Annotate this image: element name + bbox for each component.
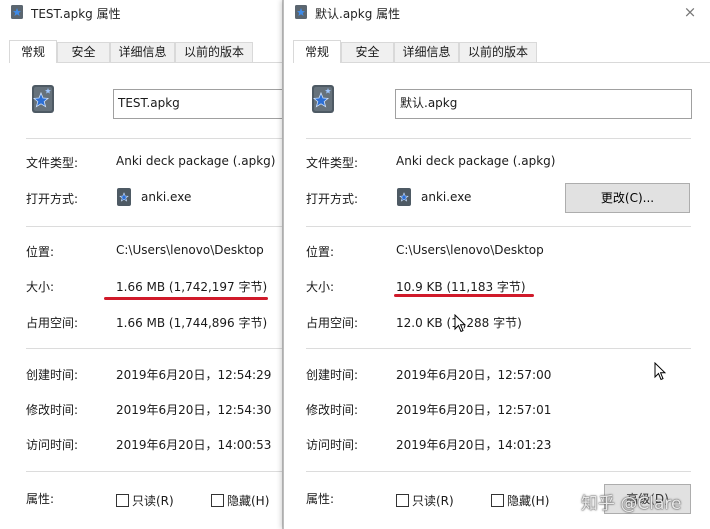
anki-file-icon <box>11 5 23 19</box>
right-titlebar[interactable]: 默认.apkg 属性 × <box>284 0 710 26</box>
accessed-label: 访问时间: <box>26 438 79 452</box>
tab-previous-versions[interactable]: 以前的版本 <box>459 42 537 62</box>
size-on-disk-label: 占用空间: <box>26 316 79 330</box>
opens-with-label: 打开方式: <box>26 192 79 206</box>
checkbox-box[interactable] <box>396 494 409 507</box>
modified-value: 2019年6月20日，12:54:30 <box>116 403 272 417</box>
file-type-label: 文件类型: <box>26 156 79 170</box>
file-type-value: Anki deck package (.apkg) <box>396 154 556 168</box>
divider <box>26 348 282 349</box>
window-title: TEST.apkg 属性 <box>31 7 121 21</box>
red-annotation-underline <box>104 297 268 300</box>
attributes-label: 属性: <box>306 492 335 506</box>
window-title: 默认.apkg 属性 <box>315 7 401 21</box>
tab-general[interactable]: 常规 <box>293 40 341 63</box>
mouse-cursor-icon <box>454 314 466 333</box>
modified-label: 修改时间: <box>306 403 359 417</box>
hidden-checkbox-label: 隐藏(H) <box>507 494 550 508</box>
close-icon[interactable]: × <box>670 0 710 26</box>
opens-with-value: anki.exe <box>421 190 472 204</box>
divider <box>26 138 282 139</box>
anki-app-icon <box>397 188 411 206</box>
divider <box>306 471 691 472</box>
created-value: 2019年6月20日，12:57:00 <box>396 368 552 382</box>
accessed-value: 2019年6月20日，14:01:23 <box>396 438 552 452</box>
checkbox-box[interactable] <box>211 494 224 507</box>
tab-previous-versions[interactable]: 以前的版本 <box>175 42 253 62</box>
size-on-disk-label: 占用空间: <box>306 316 359 330</box>
anki-large-icon <box>32 85 54 113</box>
mouse-cursor-icon <box>654 362 666 381</box>
size-on-disk-value: 1.66 MB (1,744,896 字节) <box>116 316 268 330</box>
readonly-checkbox[interactable]: 只读(R) <box>396 492 454 509</box>
accessed-value: 2019年6月20日，14:00:53 <box>116 438 272 452</box>
created-value: 2019年6月20日，12:54:29 <box>116 368 272 382</box>
modified-label: 修改时间: <box>26 403 79 417</box>
modified-value: 2019年6月20日，12:57:01 <box>396 403 552 417</box>
tab-details[interactable]: 详细信息 <box>394 42 459 62</box>
anki-app-icon <box>117 188 131 206</box>
location-label: 位置: <box>26 245 55 259</box>
size-value: 10.9 KB (11,183 字节) <box>396 280 526 294</box>
left-properties-window: TEST.apkg 属性 常规 安全 详细信息 以前的版本 TEST.apkg … <box>0 0 283 529</box>
location-value: C:\Users\lenovo\Desktop <box>116 243 264 257</box>
created-label: 创建时间: <box>26 368 79 382</box>
file-type-value: Anki deck package (.apkg) <box>116 154 276 168</box>
file-name-field[interactable]: 默认.apkg <box>395 89 692 119</box>
red-annotation-underline <box>394 294 534 297</box>
checkbox-box[interactable] <box>116 494 129 507</box>
divider <box>306 348 691 349</box>
anki-file-icon <box>295 5 307 19</box>
file-name-field[interactable]: TEST.apkg <box>113 89 282 119</box>
hidden-checkbox-label: 隐藏(H) <box>227 494 270 508</box>
file-type-label: 文件类型: <box>306 156 359 170</box>
readonly-checkbox-label: 只读(R) <box>412 494 454 508</box>
divider <box>26 226 282 227</box>
divider <box>306 226 691 227</box>
location-value: C:\Users\lenovo\Desktop <box>396 243 544 257</box>
tab-details[interactable]: 详细信息 <box>110 42 175 62</box>
accessed-label: 访问时间: <box>306 438 359 452</box>
right-properties-window: 默认.apkg 属性 × 常规 安全 详细信息 以前的版本 默认.apkg 文件… <box>283 0 710 529</box>
zhihu-watermark: 知乎 @Clare <box>581 494 682 514</box>
location-label: 位置: <box>306 245 335 259</box>
tab-security[interactable]: 安全 <box>341 42 394 62</box>
tab-security[interactable]: 安全 <box>57 42 110 62</box>
attributes-label: 属性: <box>26 492 55 506</box>
general-panel <box>9 62 282 529</box>
anki-large-icon <box>312 85 334 113</box>
opens-with-value: anki.exe <box>141 190 192 204</box>
checkbox-box[interactable] <box>491 494 504 507</box>
divider <box>306 138 691 139</box>
created-label: 创建时间: <box>306 368 359 382</box>
size-label: 大小: <box>26 280 55 294</box>
left-titlebar[interactable]: TEST.apkg 属性 <box>0 0 282 26</box>
tab-general[interactable]: 常规 <box>9 40 57 63</box>
size-value: 1.66 MB (1,742,197 字节) <box>116 280 268 294</box>
change-button[interactable]: 更改(C)... <box>565 183 690 213</box>
size-label: 大小: <box>306 280 335 294</box>
opens-with-label: 打开方式: <box>306 192 359 206</box>
hidden-checkbox[interactable]: 隐藏(H) <box>211 492 269 509</box>
readonly-checkbox-label: 只读(R) <box>132 494 174 508</box>
readonly-checkbox[interactable]: 只读(R) <box>116 492 174 509</box>
divider <box>26 471 282 472</box>
hidden-checkbox[interactable]: 隐藏(H) <box>491 492 549 509</box>
